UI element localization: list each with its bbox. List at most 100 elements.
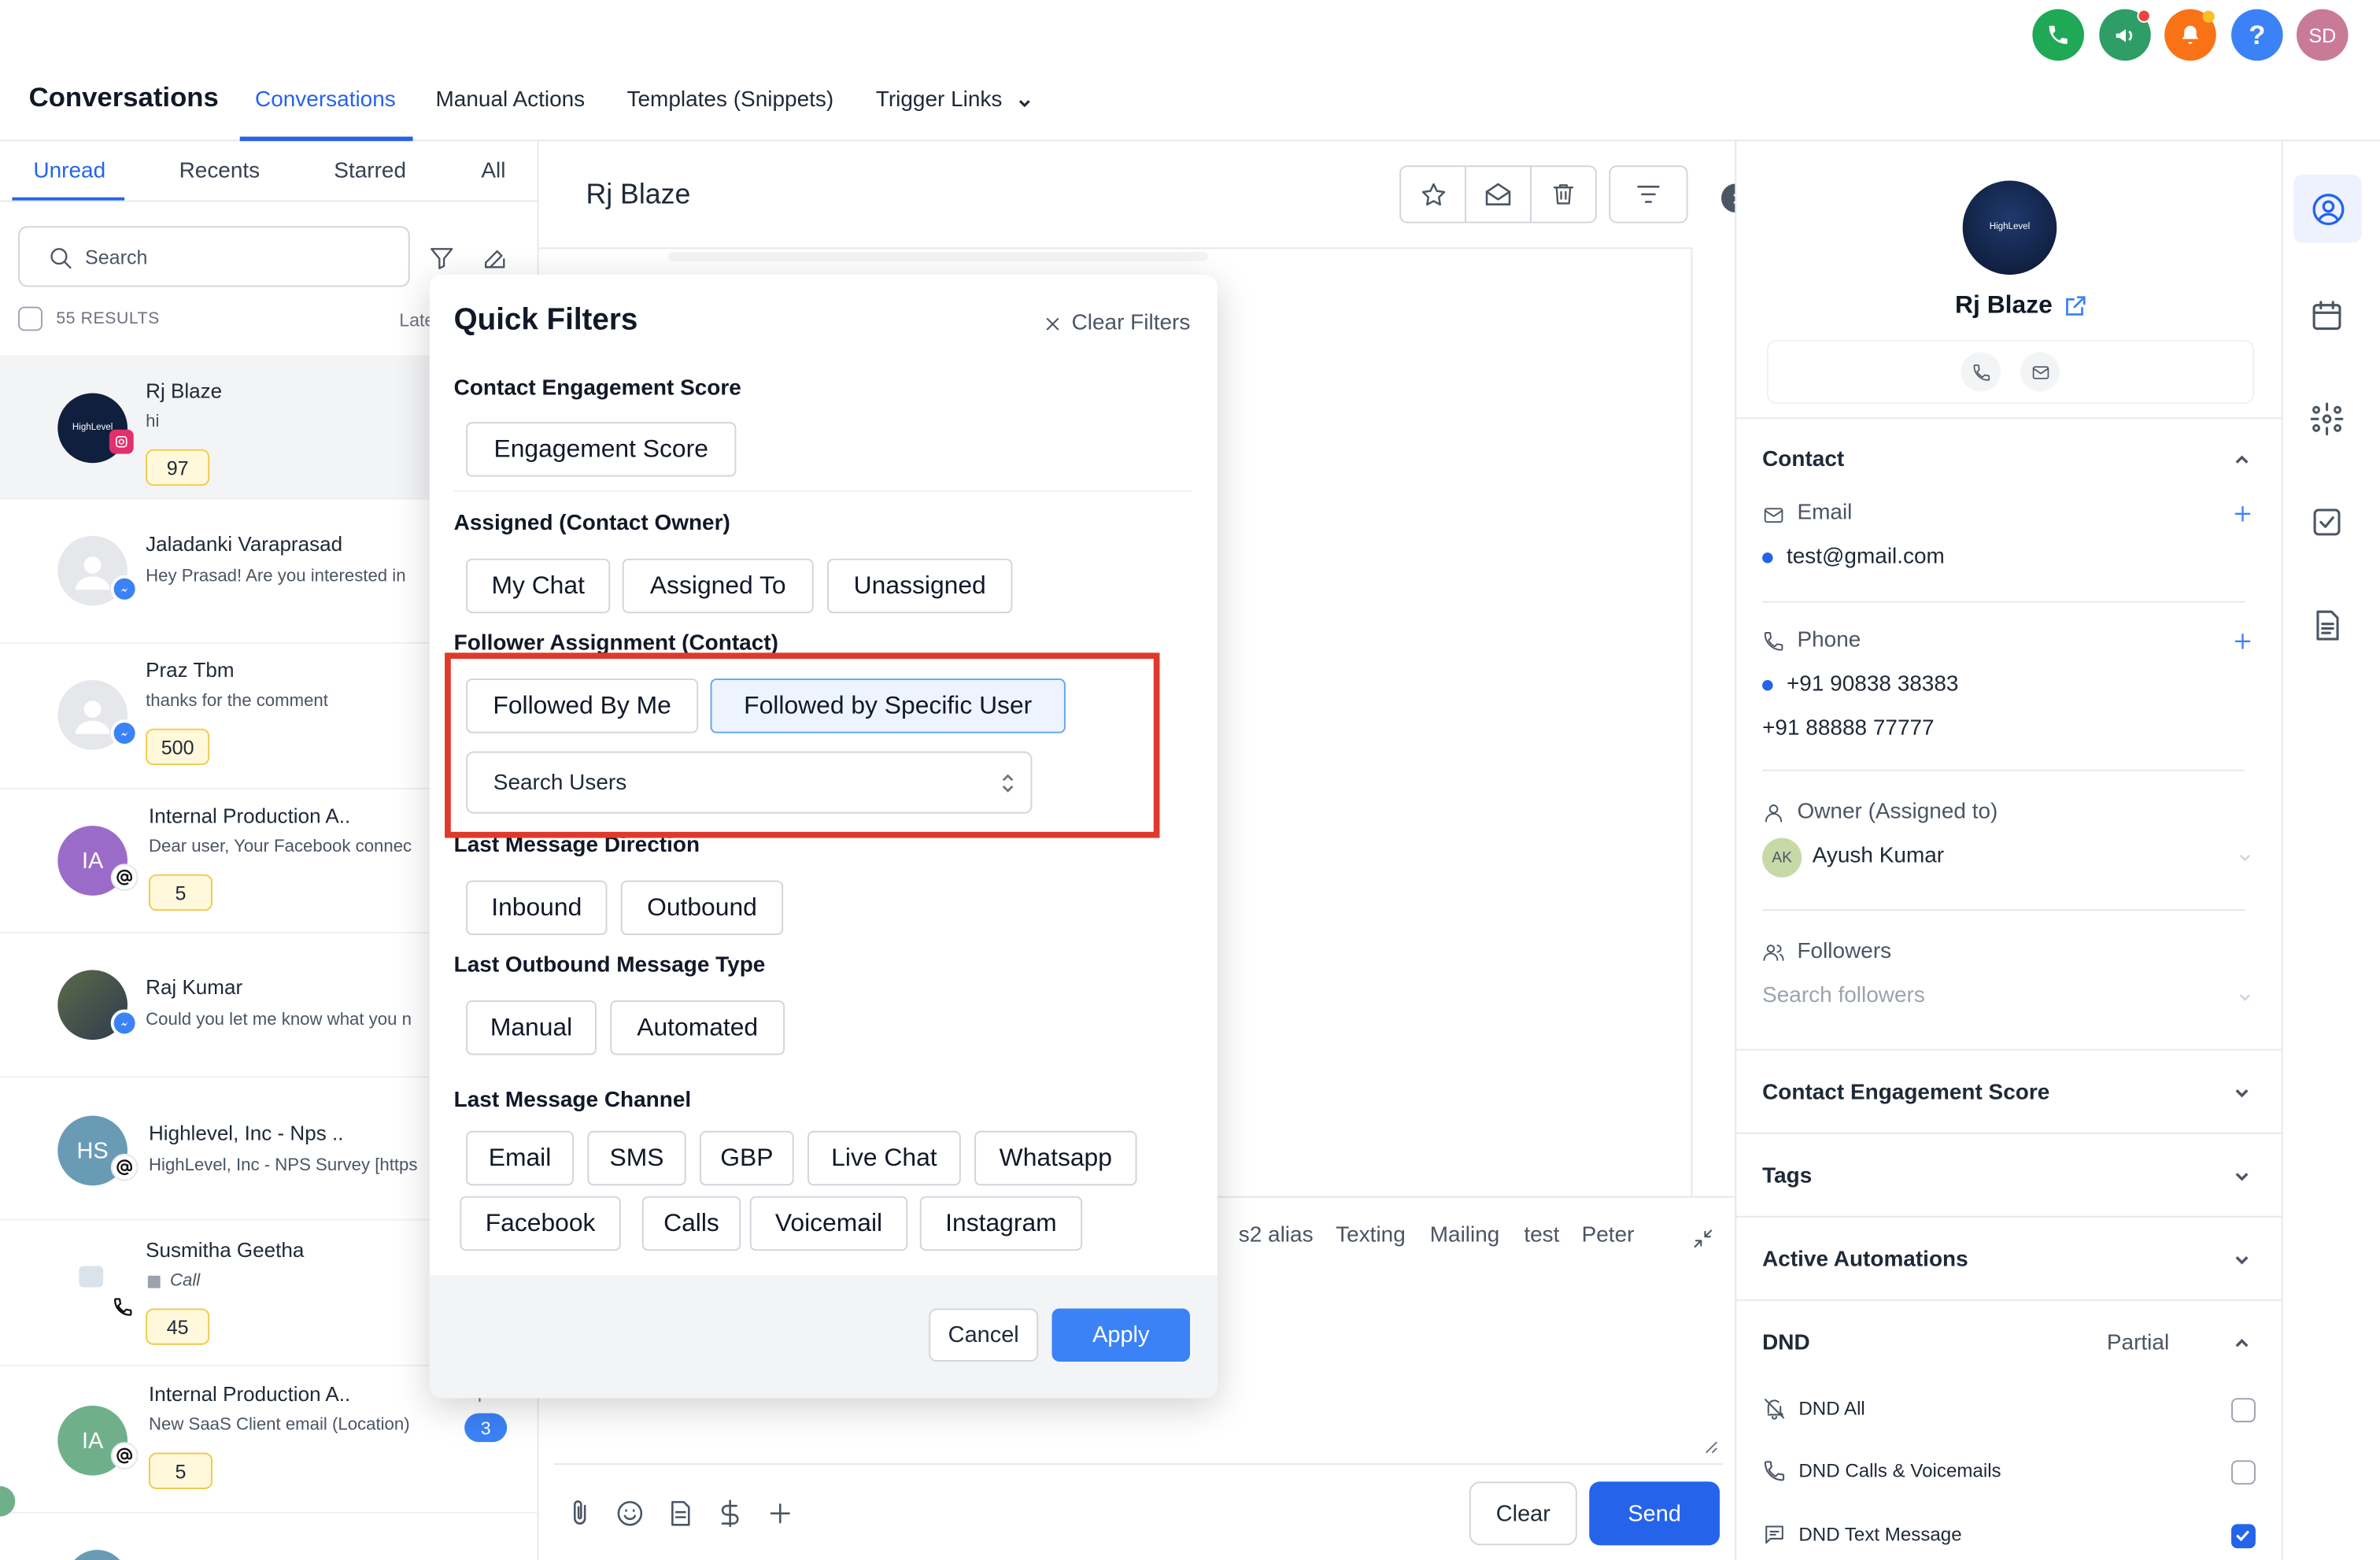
filter-lines-button[interactable] bbox=[1609, 165, 1688, 224]
envelope-open-icon bbox=[1485, 183, 1511, 206]
chevron-down-icon[interactable] bbox=[2231, 1249, 2252, 1270]
tab-unread[interactable]: Unread bbox=[33, 160, 105, 184]
section-contact[interactable]: Contact bbox=[1762, 448, 1844, 472]
clear-filters-button[interactable]: Clear Filters bbox=[1043, 311, 1190, 335]
nav-tab-templates[interactable]: Templates (Snippets) bbox=[627, 88, 834, 113]
task-check-icon[interactable] bbox=[2308, 504, 2345, 540]
owner-value[interactable]: Ayush Kumar bbox=[1813, 844, 1944, 868]
section-title-assigned: Assigned (Contact Owner) bbox=[453, 511, 730, 536]
chevron-up-icon[interactable] bbox=[2231, 449, 2252, 471]
filter-channel-email[interactable]: Email bbox=[466, 1130, 575, 1186]
channel-tag[interactable]: s2 alias bbox=[1239, 1223, 1314, 1248]
phone-value[interactable]: +91 88888 77777 bbox=[1762, 716, 1935, 741]
delete-button[interactable] bbox=[1530, 165, 1597, 224]
dnd-all-label: DND All bbox=[1798, 1398, 1865, 1420]
engagement-score-badge: 5 bbox=[149, 1452, 213, 1489]
section-dnd[interactable]: DND bbox=[1762, 1331, 1810, 1355]
nav-tab-trigger-links[interactable]: Trigger Links bbox=[876, 88, 1003, 113]
section-tags[interactable]: Tags bbox=[1762, 1164, 1812, 1188]
collapse-icon[interactable] bbox=[1691, 1226, 1715, 1251]
dnd-all-checkbox[interactable] bbox=[2231, 1398, 2256, 1423]
apply-button[interactable]: Apply bbox=[1051, 1308, 1191, 1362]
filter-channel-calls[interactable]: Calls bbox=[641, 1196, 741, 1251]
dnd-text-label: DND Text Message bbox=[1798, 1524, 1962, 1546]
chevron-down-icon[interactable] bbox=[2231, 1082, 2252, 1103]
help-icon[interactable]: ? bbox=[2231, 9, 2283, 61]
bell-icon[interactable] bbox=[2164, 9, 2216, 61]
filter-engagement-score[interactable]: Engagement Score bbox=[466, 422, 737, 477]
section-active-automations[interactable]: Active Automations bbox=[1762, 1248, 1968, 1272]
contact-tab-button[interactable] bbox=[2293, 174, 2362, 243]
phone-icon[interactable] bbox=[2032, 9, 2084, 61]
chevron-down-icon[interactable] bbox=[1015, 94, 1033, 113]
plus-icon[interactable] bbox=[765, 1499, 796, 1529]
external-link-icon[interactable] bbox=[2063, 293, 2089, 319]
channel-tag[interactable]: Mailing bbox=[1430, 1223, 1500, 1248]
nav-tab-conversations[interactable]: Conversations bbox=[255, 88, 396, 113]
phone-icon bbox=[113, 1298, 132, 1316]
attachment-icon[interactable] bbox=[564, 1499, 595, 1529]
template-icon[interactable] bbox=[665, 1499, 696, 1529]
engagement-score-badge: 500 bbox=[146, 728, 210, 766]
chevron-up-icon[interactable] bbox=[2231, 1333, 2252, 1354]
filter-channel-instagram[interactable]: Instagram bbox=[919, 1196, 1083, 1251]
call-button[interactable] bbox=[1961, 352, 2001, 392]
tab-all[interactable]: All bbox=[481, 160, 505, 184]
filter-unassigned[interactable]: Unassigned bbox=[827, 558, 1013, 614]
filter-channel-sms[interactable]: SMS bbox=[587, 1130, 686, 1186]
tab-starred[interactable]: Starred bbox=[334, 160, 406, 184]
star-button[interactable] bbox=[1399, 165, 1467, 224]
dnd-text-checkbox[interactable] bbox=[2231, 1524, 2256, 1549]
megaphone-icon[interactable] bbox=[2099, 9, 2151, 61]
notes-icon[interactable] bbox=[2308, 607, 2345, 643]
filter-outbound[interactable]: Outbound bbox=[620, 880, 784, 936]
emoji-icon[interactable] bbox=[615, 1499, 645, 1529]
chevron-down-icon[interactable] bbox=[2231, 1166, 2252, 1187]
email-icon bbox=[110, 1153, 139, 1181]
results-count: 55 RESULTS bbox=[56, 309, 160, 328]
channel-tag[interactable]: test bbox=[1524, 1223, 1559, 1248]
clear-message-button[interactable]: Clear bbox=[1469, 1481, 1577, 1546]
filter-my-chat[interactable]: My Chat bbox=[466, 558, 611, 614]
email-value[interactable]: test@gmail.com bbox=[1787, 545, 1945, 569]
email-button[interactable] bbox=[2020, 352, 2060, 392]
filter-channel-gbp[interactable]: GBP bbox=[700, 1130, 794, 1186]
dnd-calls-checkbox[interactable] bbox=[2231, 1460, 2256, 1485]
last-message: Call bbox=[170, 1272, 201, 1291]
filter-assigned-to[interactable]: Assigned To bbox=[622, 558, 814, 614]
last-message: Could you let me know what you n bbox=[146, 1011, 412, 1030]
filter-inbound[interactable]: Inbound bbox=[466, 880, 608, 936]
section-engagement-score[interactable]: Contact Engagement Score bbox=[1762, 1081, 2049, 1105]
compose-icon[interactable] bbox=[481, 245, 508, 272]
filter-channel-live-chat[interactable]: Live Chat bbox=[808, 1130, 961, 1186]
channel-tag[interactable]: Texting bbox=[1336, 1223, 1406, 1248]
filter-channel-facebook[interactable]: Facebook bbox=[460, 1196, 621, 1251]
tab-recents[interactable]: Recents bbox=[179, 160, 261, 184]
search-followers-input[interactable]: Search followers bbox=[1762, 984, 1925, 1008]
cancel-button[interactable]: Cancel bbox=[929, 1308, 1039, 1362]
phone-value[interactable]: +91 90838 38383 bbox=[1787, 672, 1959, 697]
message-bubble bbox=[667, 252, 1209, 261]
resize-handle-icon[interactable] bbox=[1703, 1439, 1718, 1454]
last-message: HighLevel, Inc - NPS Survey [https bbox=[149, 1156, 418, 1175]
select-all-checkbox[interactable] bbox=[18, 306, 43, 331]
dollar-icon[interactable] bbox=[715, 1499, 745, 1529]
nav-tab-manual-actions[interactable]: Manual Actions bbox=[436, 88, 586, 113]
add-phone-icon[interactable] bbox=[2231, 630, 2254, 652]
filter-automated[interactable]: Automated bbox=[610, 1000, 785, 1055]
channel-tag[interactable]: Peter bbox=[1582, 1223, 1635, 1248]
filter-channel-voicemail[interactable]: Voicemail bbox=[749, 1196, 908, 1251]
send-button[interactable]: Send bbox=[1589, 1481, 1720, 1546]
team-icon[interactable] bbox=[2308, 401, 2345, 437]
chevron-down-icon[interactable] bbox=[2236, 989, 2254, 1007]
search-input[interactable]: Search bbox=[18, 226, 410, 287]
filter-manual[interactable]: Manual bbox=[466, 1000, 597, 1055]
add-email-icon[interactable] bbox=[2231, 502, 2254, 525]
calendar-icon[interactable] bbox=[2308, 298, 2345, 334]
user-avatar[interactable]: SD bbox=[2296, 9, 2349, 61]
mark-read-button[interactable] bbox=[1465, 165, 1532, 224]
filter-channel-whatsapp[interactable]: Whatsapp bbox=[974, 1130, 1137, 1186]
messenger-icon bbox=[110, 1009, 139, 1037]
filter-icon[interactable] bbox=[428, 245, 456, 272]
chevron-down-icon[interactable] bbox=[2236, 848, 2254, 867]
